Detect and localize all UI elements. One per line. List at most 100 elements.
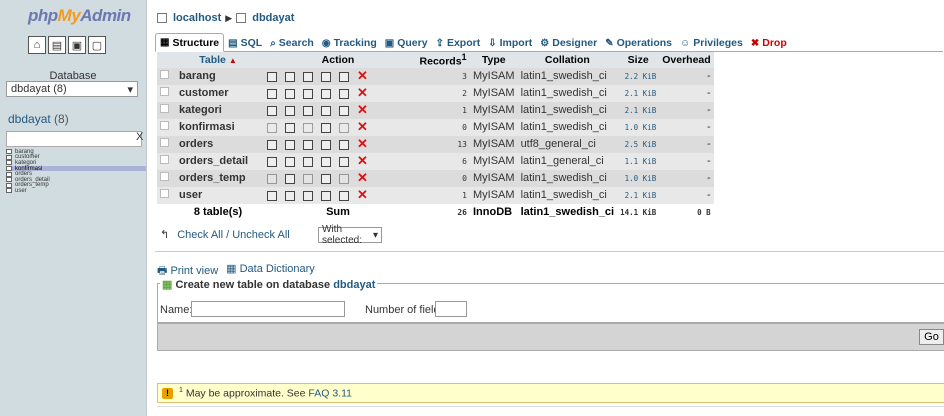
empty-icon[interactable] [339,123,349,134]
size-cell[interactable]: 2.5 KiB [617,135,660,153]
drop-icon[interactable]: ✕ [357,136,368,151]
drop-icon[interactable]: ✕ [357,170,368,185]
home-icon[interactable]: ⌂ [28,36,46,54]
search-icon[interactable] [303,89,313,100]
structure-icon[interactable] [285,72,295,83]
size-cell[interactable]: 2.1 KiB [617,101,660,119]
drop-icon[interactable]: ✕ [357,153,368,168]
tab-import[interactable]: ⇩ Import [484,35,536,51]
sidebar-table-item[interactable]: user [6,188,146,194]
insert-icon[interactable] [321,123,331,134]
table-name-link[interactable]: orders [176,135,260,153]
breadcrumb-server[interactable]: localhost [173,12,221,24]
docs-icon[interactable]: ▣ [68,36,86,54]
phpmyadmin-logo[interactable]: phpMyAdmin [28,6,131,26]
table-icon[interactable] [6,149,12,155]
tab-sql[interactable]: ▤ SQL [224,35,266,51]
row-checkbox[interactable] [160,155,169,164]
structure-icon[interactable] [285,89,295,100]
clear-filter-button[interactable]: X [136,131,143,143]
structure-icon[interactable] [285,106,295,117]
tab-query[interactable]: ▣ Query [381,35,432,51]
col-table[interactable]: Table ▲ [176,52,260,68]
row-checkbox[interactable] [160,121,169,130]
table-icon[interactable] [6,160,12,166]
table-name-link[interactable]: orders_detail [176,152,260,170]
tab-drop[interactable]: ✖ Drop [747,35,791,51]
size-cell[interactable]: 1.0 KiB [617,169,660,187]
tab-export[interactable]: ⇪ Export [432,35,485,51]
search-icon[interactable] [303,191,313,202]
database-link[interactable]: dbdayat [8,112,51,126]
search-icon[interactable] [303,106,313,117]
browse-icon[interactable] [267,89,277,100]
table-icon[interactable] [6,166,12,172]
search-icon[interactable] [303,140,313,151]
empty-icon[interactable] [339,174,349,185]
empty-icon[interactable] [339,72,349,83]
go-button[interactable]: Go [919,329,944,345]
table-name-input[interactable] [191,301,345,317]
drop-icon[interactable]: ✕ [357,102,368,117]
drop-icon[interactable]: ✕ [357,68,368,83]
structure-icon[interactable] [285,123,295,134]
tab-privileges[interactable]: ☺ Privileges [676,35,747,51]
tab-tracking[interactable]: ◉ Tracking [318,35,381,51]
tab-designer[interactable]: ⚙ Designer [536,35,601,51]
with-selected-select[interactable]: With selected: ▾ [318,224,382,246]
row-checkbox[interactable] [160,70,169,79]
empty-icon[interactable] [339,106,349,117]
check-all-link[interactable]: Check All / Uncheck All [177,229,290,241]
breadcrumb-database[interactable]: dbdayat [252,12,294,24]
row-checkbox[interactable] [160,172,169,181]
table-name-link[interactable]: customer [176,84,260,102]
size-cell[interactable]: 2.1 KiB [617,84,660,102]
search-icon[interactable] [303,157,313,168]
database-select[interactable]: dbdayat (8) ▾ [6,81,138,97]
search-icon[interactable] [303,174,313,185]
size-cell[interactable]: 1.1 KiB [617,152,660,170]
insert-icon[interactable] [321,174,331,185]
browse-icon[interactable] [267,140,277,151]
tab-structure[interactable]: ▦ Structure [155,33,225,52]
browse-icon[interactable] [267,123,277,134]
structure-icon[interactable] [285,174,295,185]
browse-icon[interactable] [267,106,277,117]
search-icon[interactable] [303,123,313,134]
drop-icon[interactable]: ✕ [357,119,368,134]
table-icon[interactable] [6,154,12,160]
table-name-link[interactable]: user [176,186,260,204]
tab-search[interactable]: ⌕ Search [266,35,318,51]
structure-icon[interactable] [285,140,295,151]
insert-icon[interactable] [321,89,331,100]
table-icon[interactable] [6,182,12,188]
col-table-label[interactable]: Table [199,54,226,66]
reload-icon[interactable]: ▢ [88,36,106,54]
structure-icon[interactable] [285,157,295,168]
table-icon[interactable] [6,177,12,183]
size-cell[interactable]: 2.2 KiB [617,67,660,85]
structure-icon[interactable] [285,191,295,202]
browse-icon[interactable] [267,157,277,168]
insert-icon[interactable] [321,106,331,117]
sidebar-table-label[interactable]: user [15,188,27,194]
empty-icon[interactable] [339,89,349,100]
row-checkbox[interactable] [160,189,169,198]
drop-icon[interactable]: ✕ [357,85,368,100]
row-checkbox[interactable] [160,138,169,147]
insert-icon[interactable] [321,157,331,168]
insert-icon[interactable] [321,72,331,83]
search-icon[interactable] [303,72,313,83]
table-name-link[interactable]: kategori [176,101,260,119]
faq-link[interactable]: FAQ 3.11 [308,387,352,399]
table-name-link[interactable]: barang [176,67,260,85]
sql-icon[interactable]: ▤ [48,36,66,54]
empty-icon[interactable] [339,140,349,151]
empty-icon[interactable] [339,157,349,168]
table-icon[interactable] [6,171,12,177]
table-name-link[interactable]: orders_temp [176,169,260,187]
row-checkbox[interactable] [160,87,169,96]
table-filter-input[interactable] [6,131,142,147]
number-of-fields-input[interactable] [435,301,467,317]
table-name-link[interactable]: konfirmasi [176,118,260,136]
